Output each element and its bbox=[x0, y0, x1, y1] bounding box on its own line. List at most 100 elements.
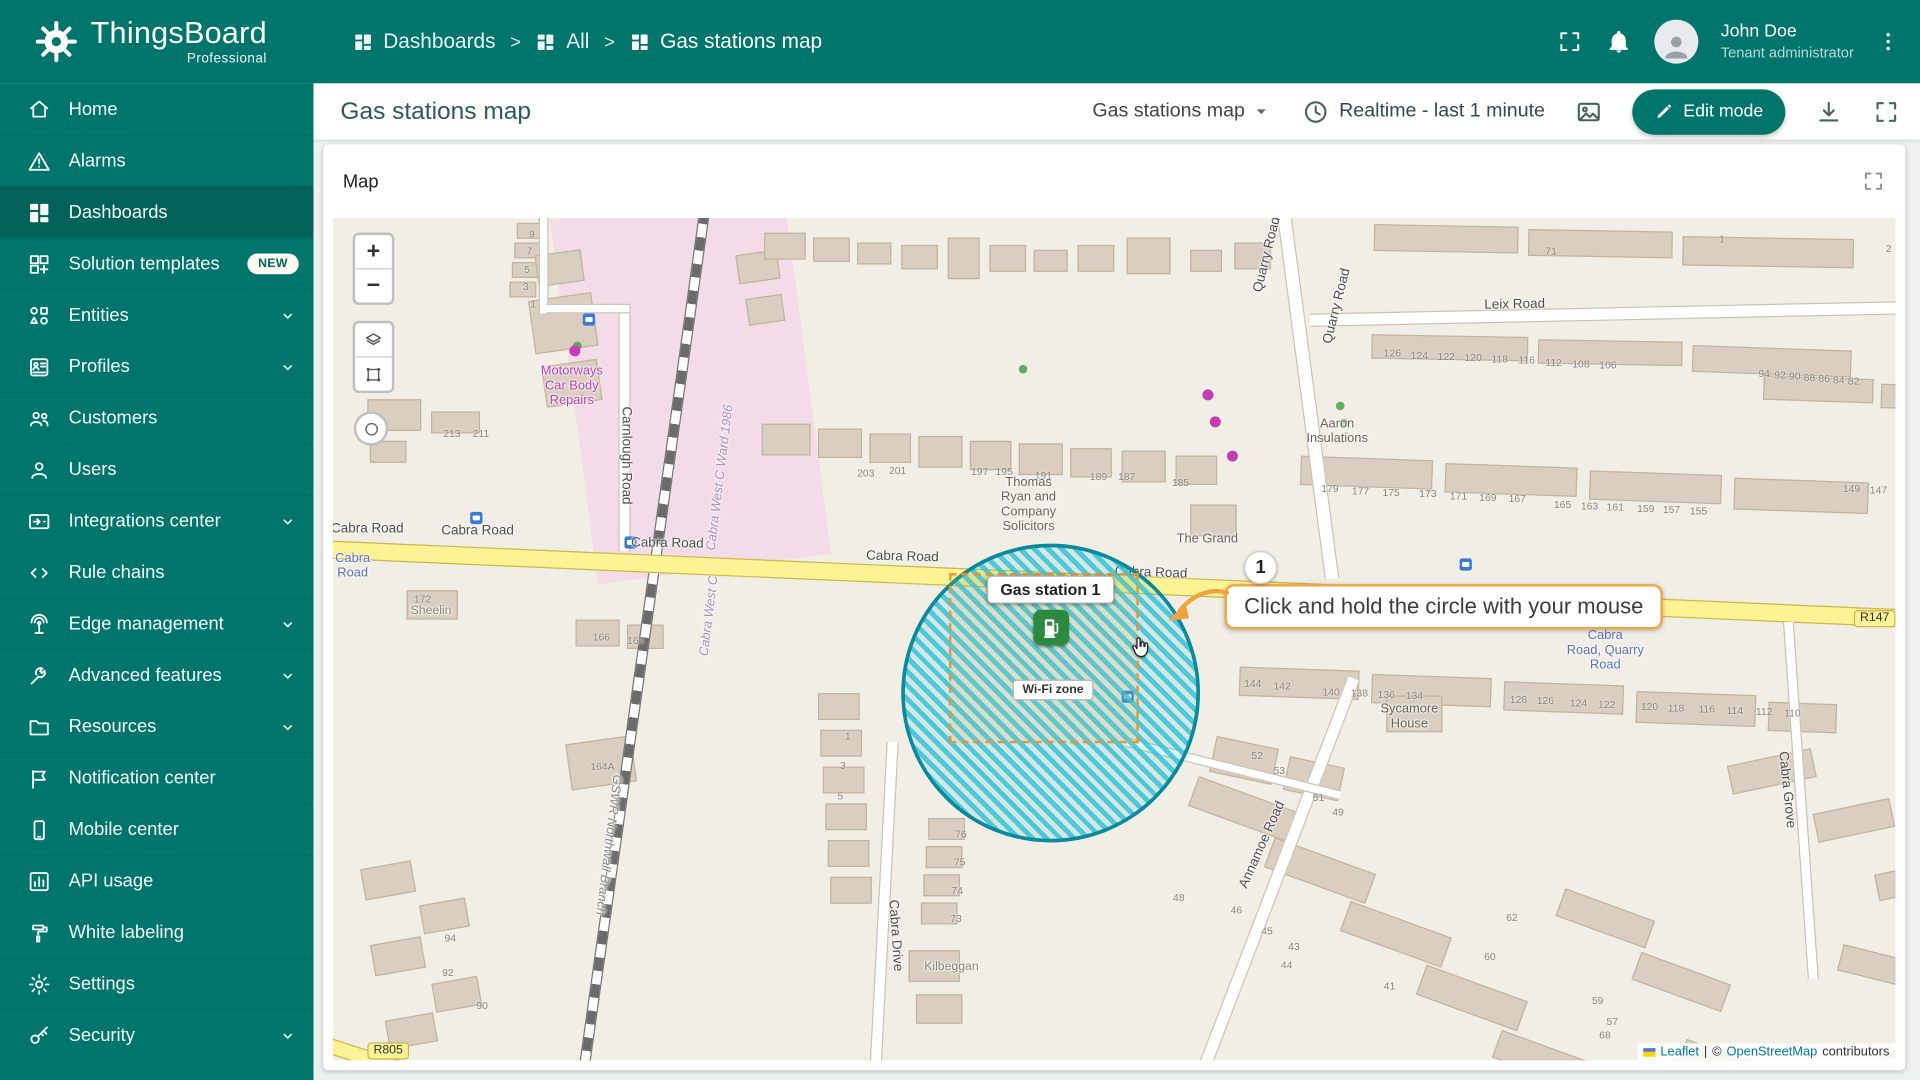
street-label: Kilbeggan bbox=[924, 960, 979, 974]
copyright-symbol: © bbox=[1712, 1044, 1722, 1060]
house-number: 211 bbox=[472, 427, 490, 440]
rulechains-icon bbox=[27, 560, 51, 584]
circle-tool-button[interactable] bbox=[353, 411, 389, 446]
sidebar-item-mobile-center[interactable]: Mobile center bbox=[0, 803, 314, 854]
avatar[interactable] bbox=[1654, 19, 1699, 64]
notification-icon bbox=[27, 766, 51, 790]
street-label: Cabra Road bbox=[630, 535, 704, 552]
tree-icon bbox=[1335, 401, 1345, 411]
zone-label: Wi-Fi zone bbox=[1012, 679, 1094, 701]
sidebar-item-profiles[interactable]: Profiles bbox=[0, 340, 314, 391]
street-label: Cabra Road bbox=[865, 548, 939, 566]
sidebar-item-dashboards[interactable]: Dashboards bbox=[0, 186, 314, 238]
house-number: 138 bbox=[1350, 686, 1368, 700]
bus-stop-icon bbox=[582, 313, 596, 326]
street-label: Aaron Insulations bbox=[1306, 416, 1368, 446]
house-number: 9 bbox=[528, 227, 535, 240]
breadcrumb-item[interactable]: Dashboards bbox=[353, 29, 496, 53]
widget-fullscreen-icon[interactable] bbox=[1861, 169, 1885, 193]
sidebar-item-users[interactable]: Users bbox=[0, 443, 314, 494]
sidebar-item-resources[interactable]: Resources bbox=[0, 700, 314, 751]
toolbar-fullscreen-icon[interactable] bbox=[1872, 97, 1900, 125]
dashboard-grid-icon bbox=[630, 31, 651, 52]
timewindow-button[interactable]: Realtime - last 1 minute bbox=[1301, 97, 1545, 125]
screenshot-icon[interactable] bbox=[1574, 97, 1602, 125]
sidebar-item-customers[interactable]: Customers bbox=[0, 391, 314, 443]
zoom-out-button[interactable]: − bbox=[355, 268, 392, 302]
fuel-pump-icon bbox=[1039, 615, 1063, 639]
dashboard-select[interactable]: Gas stations map bbox=[1092, 100, 1271, 122]
thingsboard-logo[interactable]: ThingsBoard Professional bbox=[34, 15, 313, 66]
house-number: 120 bbox=[1464, 351, 1482, 364]
sidebar-item-solution-templates[interactable]: Solution templates NEW bbox=[0, 237, 314, 289]
house-number: 164 bbox=[626, 634, 645, 647]
house-number: 164A bbox=[590, 760, 615, 773]
download-icon[interactable] bbox=[1815, 97, 1843, 125]
zoom-in-button[interactable]: + bbox=[355, 235, 392, 268]
osm-link[interactable]: OpenStreetMap bbox=[1727, 1044, 1818, 1059]
road-leix bbox=[1310, 301, 1896, 327]
house-number: 62 bbox=[1506, 911, 1518, 924]
bus-stop-icon bbox=[1459, 558, 1472, 571]
house-number: 82 bbox=[1847, 374, 1860, 387]
sidebar-item-label: Settings bbox=[68, 973, 135, 995]
edit-mode-button[interactable]: Edit mode bbox=[1631, 88, 1786, 135]
house-number: 1 bbox=[1719, 232, 1725, 245]
house-number: 75 bbox=[953, 855, 966, 869]
shop-poi-icon bbox=[569, 345, 581, 357]
sidebar-item-api-usage[interactable]: API usage bbox=[0, 854, 314, 906]
shape-select-button[interactable] bbox=[355, 356, 392, 390]
house-number: 118 bbox=[1491, 352, 1509, 365]
gas-station-marker[interactable] bbox=[1033, 609, 1069, 646]
house-number: 51 bbox=[1312, 791, 1325, 804]
map-canvas[interactable]: 9 7 5 3 1 213 211 203 201 197 195 191 189 187 185 179 17… bbox=[333, 217, 1896, 1061]
sidebar-item-home[interactable]: Home bbox=[0, 83, 313, 134]
breadcrumb-separator: > bbox=[604, 31, 615, 53]
sidebar-item-settings[interactable]: Settings bbox=[0, 957, 314, 1009]
sidebar-item-rule-chains[interactable]: Rule chains bbox=[0, 546, 314, 597]
chevron-down-icon bbox=[277, 613, 299, 635]
notifications-bell-icon[interactable] bbox=[1606, 28, 1633, 55]
house-number: 73 bbox=[950, 912, 962, 925]
brand-name: ThingsBoard bbox=[90, 15, 267, 50]
house-number: 166 bbox=[592, 630, 611, 643]
top-header: ThingsBoard Professional Dashboards > All >… bbox=[0, 0, 1920, 84]
fullscreen-icon[interactable] bbox=[1557, 28, 1584, 55]
street-label: Thomas Ryan and Company Solicitors bbox=[1001, 474, 1057, 534]
sidebar-item-entities[interactable]: Entities bbox=[0, 288, 314, 340]
leaflet-link[interactable]: Leaflet bbox=[1660, 1044, 1699, 1059]
layers-icon bbox=[364, 330, 384, 350]
sidebar-item-alarms[interactable]: Alarms bbox=[0, 134, 314, 186]
breadcrumb-item[interactable]: Gas stations map bbox=[630, 29, 822, 53]
sidebar-item-integrations-center[interactable]: Integrations center bbox=[0, 494, 314, 546]
house-number: 92 bbox=[442, 966, 454, 979]
road-quarry bbox=[1275, 217, 1340, 580]
user-info[interactable]: John Doe Tenant administrator bbox=[1721, 21, 1854, 63]
thingsboard-app: ThingsBoard Professional Dashboards > All >… bbox=[0, 0, 1920, 1080]
house-number: 116 bbox=[1518, 353, 1535, 367]
templates-icon bbox=[27, 252, 51, 276]
layers-button[interactable] bbox=[355, 323, 392, 356]
building bbox=[869, 433, 912, 463]
tutorial-step-badge: 1 bbox=[1244, 551, 1278, 585]
house-number: 41 bbox=[1383, 979, 1396, 992]
building bbox=[989, 244, 1027, 272]
street-label: Cabra Road bbox=[335, 550, 371, 581]
sidebar-item-label: Resources bbox=[68, 716, 157, 738]
sidebar-item-security[interactable]: Security bbox=[0, 1008, 314, 1060]
sidebar-item-edge-management[interactable]: Edge management bbox=[0, 597, 314, 649]
breadcrumb: Dashboards > All > Gas stations map bbox=[353, 29, 822, 53]
sidebar-item-label: Alarms bbox=[68, 150, 126, 172]
house-number: 5 bbox=[524, 263, 530, 276]
more-menu-icon[interactable] bbox=[1876, 29, 1900, 53]
building bbox=[817, 428, 863, 458]
house-number: 7 bbox=[526, 244, 533, 258]
sidebar-item-advanced-features[interactable]: Advanced features bbox=[0, 648, 314, 700]
sidebar-item-white-labeling[interactable]: White labeling bbox=[0, 906, 314, 957]
sidebar-item-notification-center[interactable]: Notification center bbox=[0, 751, 314, 803]
house-number: 118 bbox=[1667, 701, 1685, 714]
sidebar-item-label: Dashboards bbox=[68, 202, 168, 223]
breadcrumb-item[interactable]: All bbox=[536, 29, 589, 53]
sidebar-item-label: Security bbox=[68, 1024, 135, 1046]
house-number: 46 bbox=[1230, 903, 1243, 916]
